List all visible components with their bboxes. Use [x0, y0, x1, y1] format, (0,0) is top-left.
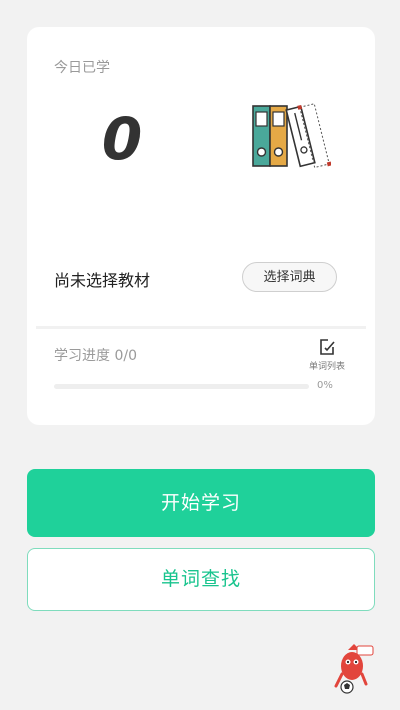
- select-dictionary-button[interactable]: 选择词典: [242, 262, 337, 292]
- progress-bar: [54, 384, 309, 389]
- divider: [36, 326, 366, 329]
- word-lookup-button[interactable]: 单词查找: [27, 548, 375, 611]
- textbook-status: 尚未选择教材: [54, 271, 151, 290]
- today-learned-count: 0: [101, 105, 143, 173]
- books-binders-icon: [252, 103, 331, 169]
- study-card: 今日已学 0 尚未选择教材 选择词典 学习进度 0/0 单词列表 0%: [27, 27, 375, 425]
- progress-label: 学习进度 0/0: [54, 348, 137, 364]
- start-learning-button[interactable]: 开始学习: [27, 469, 375, 537]
- word-list-label: 单词列表: [308, 362, 345, 372]
- mascot-icon[interactable]: [330, 640, 380, 696]
- word-list-button[interactable]: 单词列表: [302, 337, 352, 372]
- edit-list-icon: [320, 339, 335, 355]
- progress-percent: 0%: [317, 380, 333, 391]
- today-learned-label: 今日已学: [54, 60, 110, 76]
